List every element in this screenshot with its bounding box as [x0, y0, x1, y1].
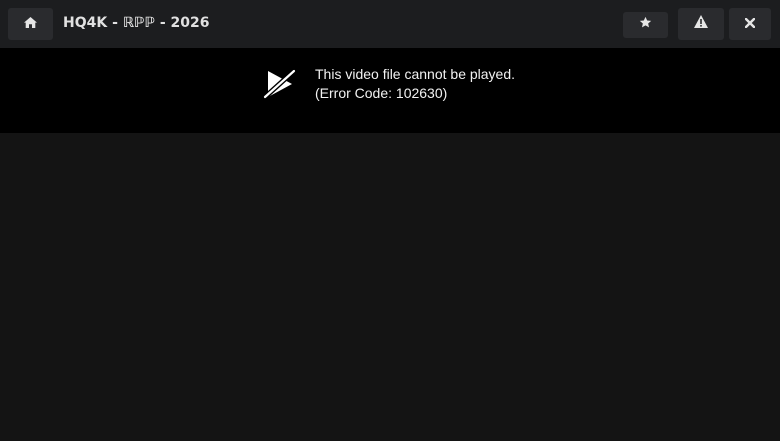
home-icon [24, 15, 37, 33]
error-message: This video file cannot be played. [315, 66, 516, 82]
close-icon [744, 15, 756, 33]
top-bar: HQ4K - ℝℙℙ - 2026 [0, 0, 780, 48]
home-button[interactable] [8, 8, 53, 40]
close-button[interactable] [729, 8, 771, 40]
report-button[interactable] [678, 8, 724, 40]
page-content [0, 133, 780, 441]
video-player: This video file cannot be played. (Error… [0, 48, 780, 133]
error-code: (Error Code: 102630) [315, 85, 448, 101]
page-title: HQ4K - ℝℙℙ - 2026 [63, 15, 210, 31]
error-message-block: This video file cannot be played. (Error… [315, 65, 515, 103]
star-icon [639, 16, 652, 34]
warning-icon [694, 15, 708, 33]
favorite-button[interactable] [623, 12, 668, 38]
video-off-icon [261, 67, 298, 101]
